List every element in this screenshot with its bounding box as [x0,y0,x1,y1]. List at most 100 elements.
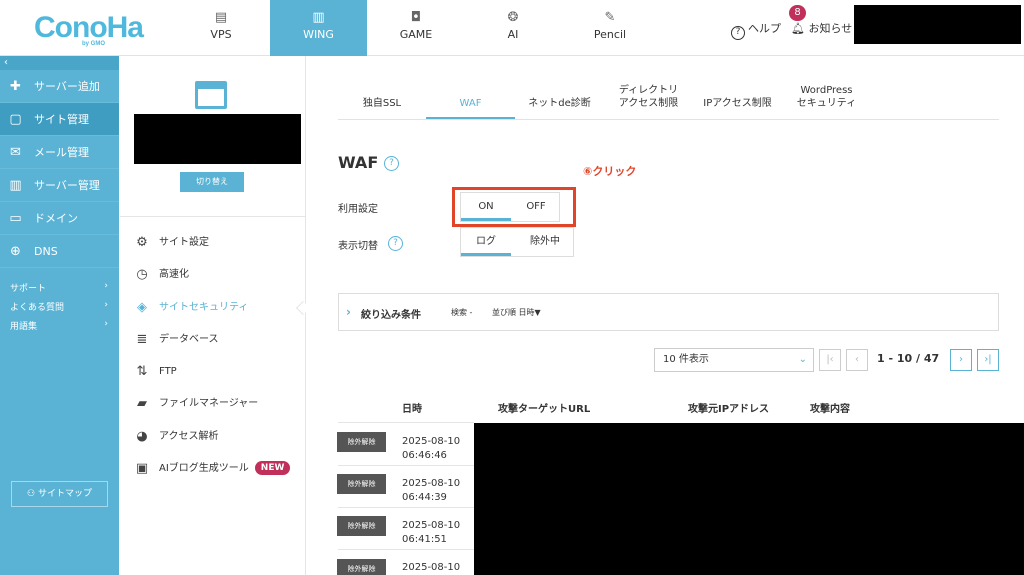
col-header-source-ip: 攻撃元IPアドレス [688,404,770,415]
menu-database[interactable]: ≣ データベース [134,330,304,350]
tab-ssl[interactable]: 独自SSL [338,80,426,120]
nav-tab-wing[interactable]: ▥ WING [270,0,367,56]
chevron-right-icon[interactable]: › [346,305,351,319]
mail-icon: ✉ [10,145,21,160]
sidebar-item-domain[interactable]: ▭ ドメイン [0,202,119,235]
table-data-redacted [474,423,1024,575]
waf-onoff-toggle: ON OFF [460,192,560,222]
gamepad-icon: ◘ [410,10,422,25]
nav-tab-vps[interactable]: ▤ VPS [172,0,270,56]
site-name-redacted [134,114,301,164]
sidebar-item-server-add[interactable]: ✚ サーバー追加 [0,70,119,103]
menu-speedup[interactable]: ◷ 高速化 [134,265,304,285]
menu-site-security[interactable]: ◈ サイトセキュリティ [134,298,304,318]
plus-icon: ✚ [10,79,21,94]
excluded-view-button[interactable]: 除外中 [517,228,573,256]
window-icon: ▢ [9,112,22,127]
nav-tab-ai[interactable]: ❂ AI [464,0,562,56]
sidebar-item-server[interactable]: ▥ サーバー管理 [0,169,119,202]
brain-icon: ❂ [507,10,519,25]
row-datetime: 2025-08-10 06:41:51 [402,520,461,545]
log-view-button[interactable]: ログ [461,228,511,256]
ai-blog-icon: ▣ [135,461,149,476]
remove-exclusion-button[interactable]: 除外解除 [337,559,386,575]
display-switch-label: 表示切替 [338,241,378,252]
question-icon: ? [731,26,745,40]
filter-sort: 並び順 日時▼ [492,308,541,317]
row-divider [338,422,474,423]
tab-net-diagnosis[interactable]: ネットde診断 [515,80,604,120]
menu-file-manager[interactable]: ▰ ファイルマネージャー [134,394,304,414]
bell-icon: 🔔︎ [791,22,805,35]
filter-search: 検索 - [451,308,473,317]
per-page-select[interactable]: 10 件表示 ⌄ [654,348,814,372]
menu-ftp[interactable]: ⇅ FTP [134,362,304,382]
row-datetime: 2025-08-10 06:46:46 [402,436,461,461]
sidebar-item-dns[interactable]: ⊕ DNS [0,235,119,268]
tab-waf[interactable]: WAF [426,80,515,120]
menu-access-analysis[interactable]: ◕ アクセス解析 [134,427,304,447]
shield-icon: ◈ [137,300,147,315]
waf-help-icon[interactable]: ? [384,156,399,171]
row-datetime: 2025-08-10 [402,562,461,573]
database-icon: ≣ [136,332,148,347]
sidebar-item-mail[interactable]: ✉ メール管理 [0,136,119,169]
new-badge: NEW [254,461,291,475]
page-info: 1 - 10 / 47 [877,352,940,365]
row-divider [338,507,474,508]
page-title: WAF [338,153,379,172]
col-header-target-url: 攻撃ターゲットURL [498,404,591,415]
stopwatch-icon: ◷ [136,267,148,282]
nav-tab-game[interactable]: ◘ GAME [367,0,465,56]
sidebar-item-site[interactable]: ▢ サイト管理 [0,103,119,136]
annotation-click: ⑥クリック [583,165,637,178]
row-divider [338,465,474,466]
divider [120,216,306,217]
filter-title[interactable]: 絞り込み条件 [361,306,421,321]
col-header-datetime: 日時 [402,404,422,415]
help-link[interactable]: ? ヘルプ [731,20,781,40]
remove-exclusion-button[interactable]: 除外解除 [337,432,386,452]
tab-ip-access[interactable]: IPアクセス制限 [693,80,782,120]
tab-directory-access[interactable]: ディレクトリ アクセス制限 [604,80,693,120]
remove-exclusion-button[interactable]: 除外解除 [337,516,386,536]
tabs-divider [338,119,999,120]
site-window-icon [195,81,227,109]
sidebar-link-glossary[interactable]: 用語集 › [10,319,110,332]
filter-panel[interactable] [338,293,999,331]
notice-link[interactable]: 🔔︎ お知らせ [791,20,852,36]
tab-wordpress-security[interactable]: WordPress セキュリティ [782,80,871,120]
conoha-logo[interactable]: ConoHa by GMO [34,11,144,47]
last-page-button[interactable]: ›| [977,349,999,371]
use-setting-label: 利用設定 [338,204,378,215]
chevron-down-icon: ⌄ [798,354,807,365]
folder-icon: ▰ [137,396,147,411]
globe-icon: ⊕ [10,244,21,259]
sitemap-button[interactable]: ⚇ サイトマップ [11,481,108,507]
chevron-right-icon: › [104,300,108,310]
first-page-button[interactable]: |‹ [819,349,841,371]
notice-count-badge: 8 [789,5,806,21]
chevron-right-icon: › [104,281,108,291]
sidebar-collapse-button[interactable]: ‹ [0,56,119,70]
row-datetime: 2025-08-10 06:44:39 [402,478,461,503]
display-help-icon[interactable]: ? [388,236,403,251]
prev-page-button[interactable]: ‹ [846,349,868,371]
waf-on-button[interactable]: ON [461,193,511,221]
menu-site-settings[interactable]: ⚙ サイト設定 [134,233,304,253]
waf-off-button[interactable]: OFF [511,193,561,221]
sidebar-link-faq[interactable]: よくある質問 › [10,300,110,313]
row-divider [338,549,474,550]
sitemap-icon: ⚇ [27,489,36,499]
wing-icon: ▥ [312,10,325,25]
next-page-button[interactable]: › [950,349,972,371]
remove-exclusion-button[interactable]: 除外解除 [337,474,386,494]
display-toggle: ログ 除外中 [460,227,574,257]
account-redacted[interactable] [854,5,1021,44]
server-icon: ▥ [9,178,22,193]
switch-site-button[interactable]: 切り替え [180,172,244,192]
server-icon: ▤ [214,10,228,25]
sidebar-link-support[interactable]: サポート › [10,281,110,294]
menu-ai-blog[interactable]: ▣ AIブログ生成ツール NEW [134,459,304,479]
nav-tab-pencil[interactable]: ✎ Pencil [561,0,659,56]
